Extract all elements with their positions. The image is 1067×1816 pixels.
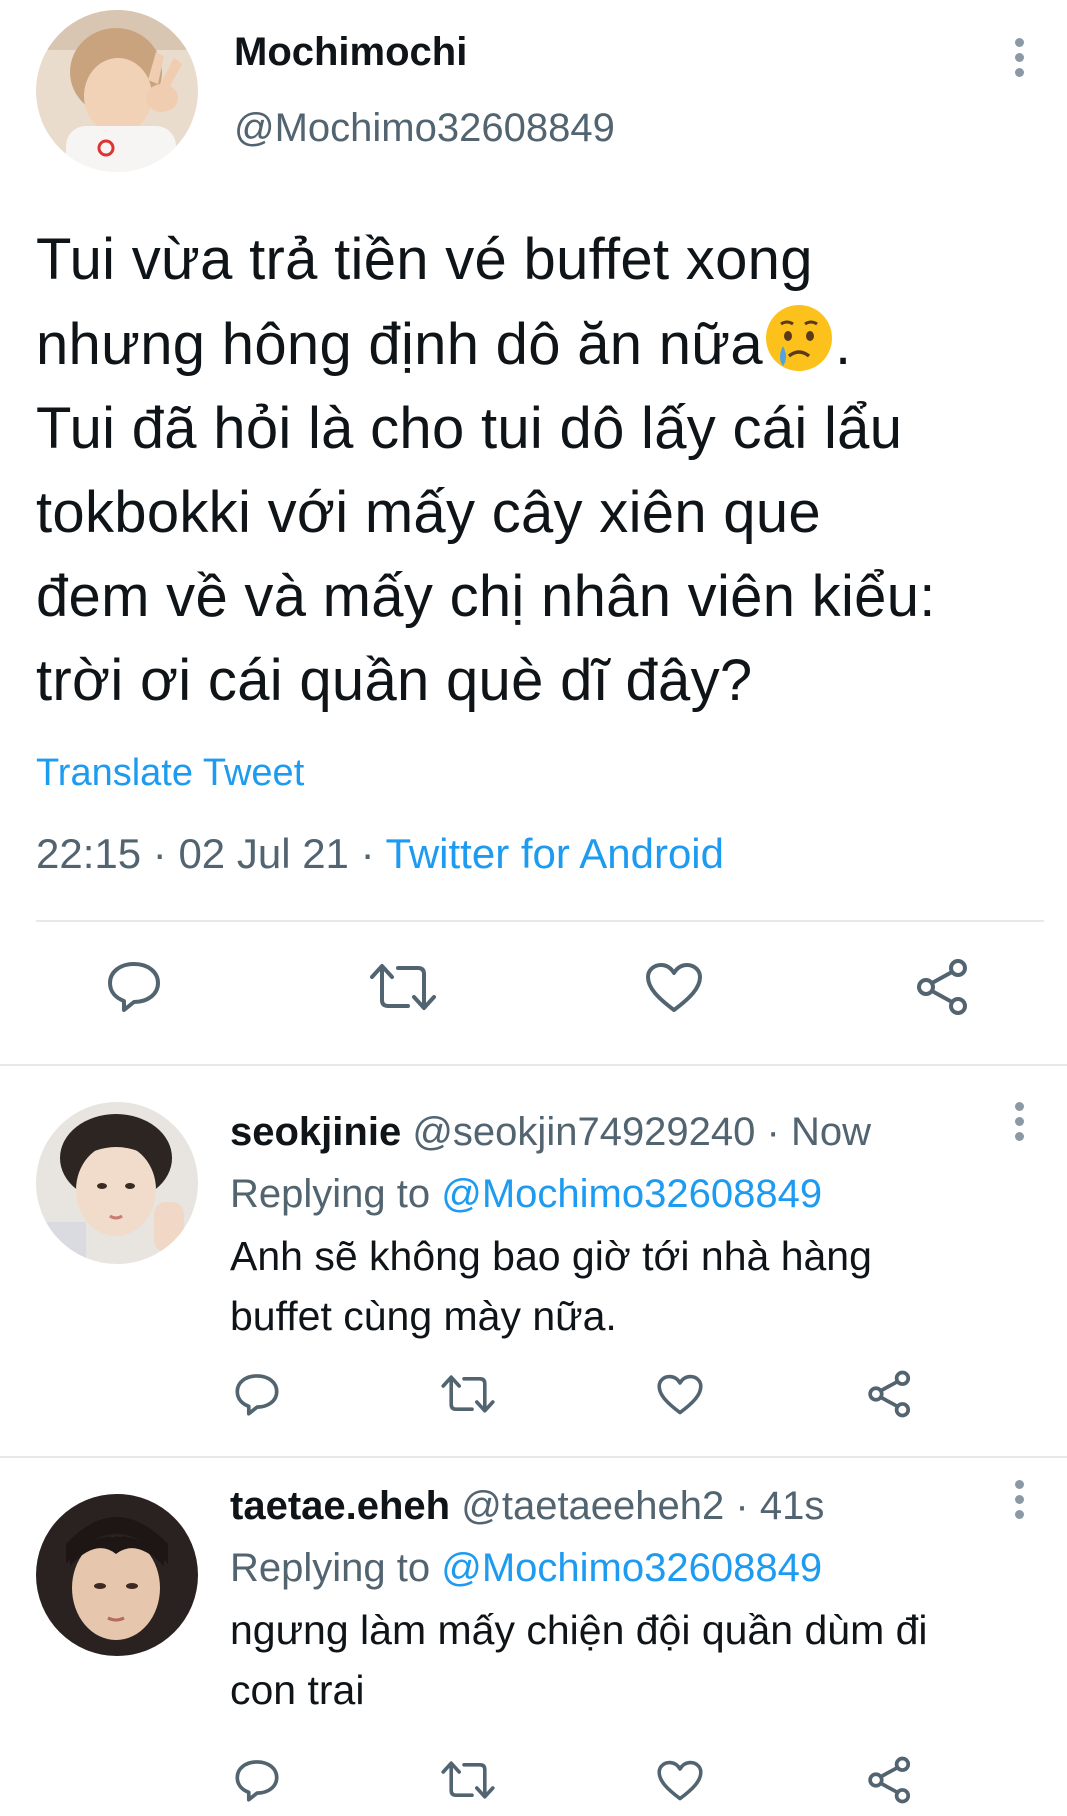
reply-icon[interactable] bbox=[106, 960, 162, 1012]
avatar[interactable] bbox=[36, 1102, 198, 1264]
avatar[interactable] bbox=[36, 1494, 198, 1656]
tweet-time: 22:15 bbox=[36, 830, 142, 877]
display-name[interactable]: taetae.eheh bbox=[230, 1484, 450, 1528]
crying-face-emoji-icon bbox=[763, 302, 835, 374]
mention-link[interactable]: @Mochimo32608849 bbox=[441, 1546, 822, 1590]
tweet-source-link[interactable]: Twitter for Android bbox=[386, 830, 724, 877]
reply-tweet[interactable]: taetae.eheh @taetaeeheh2 · 41s Replying … bbox=[0, 1458, 1067, 1816]
share-icon[interactable] bbox=[914, 958, 972, 1016]
replying-to: Replying to @Mochimo32608849 bbox=[230, 1172, 823, 1216]
reply-header: seokjinie @seokjin74929240 · Now bbox=[230, 1110, 872, 1154]
tweet-text-line: trời ơi cái quần què dĩ đây? bbox=[36, 648, 753, 713]
more-options-icon[interactable] bbox=[1013, 1480, 1025, 1525]
like-icon[interactable] bbox=[656, 1760, 704, 1802]
tweet-text-line: tokbokki với mấy cây xiên que bbox=[36, 480, 821, 545]
display-name[interactable]: seokjinie bbox=[230, 1110, 401, 1154]
reply-header: taetae.eheh @taetaeeheh2 · 41s bbox=[230, 1484, 825, 1528]
retweet-icon[interactable] bbox=[440, 1374, 496, 1414]
retweet-icon[interactable] bbox=[368, 962, 438, 1012]
reply-tweet[interactable]: seokjinie @seokjin74929240 · Now Replyin… bbox=[0, 1066, 1067, 1456]
reply-time: 41s bbox=[759, 1484, 825, 1528]
tweet-text-line: Tui vừa trả tiền vé buffet xong bbox=[36, 227, 813, 292]
tweet-text-line: đem về và mấy chị nhân viên kiểu: bbox=[36, 564, 936, 629]
share-icon[interactable] bbox=[866, 1756, 914, 1804]
reply-text: ngưng làm mấy chiện đội quần dùm đi con … bbox=[230, 1607, 928, 1713]
tweet-date: 02 Jul 21 bbox=[178, 830, 349, 877]
divider bbox=[36, 920, 1044, 922]
mention-link[interactable]: @Mochimo32608849 bbox=[441, 1172, 822, 1216]
more-options-icon[interactable] bbox=[1013, 38, 1025, 83]
main-tweet: Mochimochi @Mochimo32608849 Tui vừa trả … bbox=[0, 0, 1067, 1066]
user-handle[interactable]: @Mochimo32608849 bbox=[234, 106, 615, 151]
tweet-text: Tui vừa trả tiền vé buffet xong nhưng hô… bbox=[36, 218, 1046, 723]
user-handle[interactable]: @seokjin74929240 bbox=[412, 1110, 755, 1154]
user-handle[interactable]: @taetaeeheh2 bbox=[461, 1484, 724, 1528]
replying-to: Replying to @Mochimo32608849 bbox=[230, 1546, 823, 1590]
retweet-icon[interactable] bbox=[440, 1760, 496, 1800]
tweet-meta: 22:15 · 02 Jul 21 · Twitter for Android bbox=[36, 830, 724, 877]
reply-icon[interactable] bbox=[234, 1372, 280, 1416]
reply-icon[interactable] bbox=[234, 1758, 280, 1802]
display-name[interactable]: Mochimochi bbox=[234, 30, 467, 75]
reply-text: Anh sẽ không bao giờ tới nhà hàng buffet… bbox=[230, 1233, 872, 1339]
avatar[interactable] bbox=[36, 10, 198, 172]
more-options-icon[interactable] bbox=[1013, 1102, 1025, 1147]
share-icon[interactable] bbox=[866, 1370, 914, 1418]
like-icon[interactable] bbox=[644, 962, 704, 1014]
translate-tweet-link[interactable]: Translate Tweet bbox=[36, 752, 304, 795]
like-icon[interactable] bbox=[656, 1374, 704, 1416]
reply-time: Now bbox=[791, 1110, 872, 1154]
tweet-text-line: Tui đã hỏi là cho tui dô lấy cái lẩu bbox=[36, 396, 903, 461]
tweet-text-line: nhưng hông định dô ăn nữa . bbox=[36, 302, 1046, 387]
